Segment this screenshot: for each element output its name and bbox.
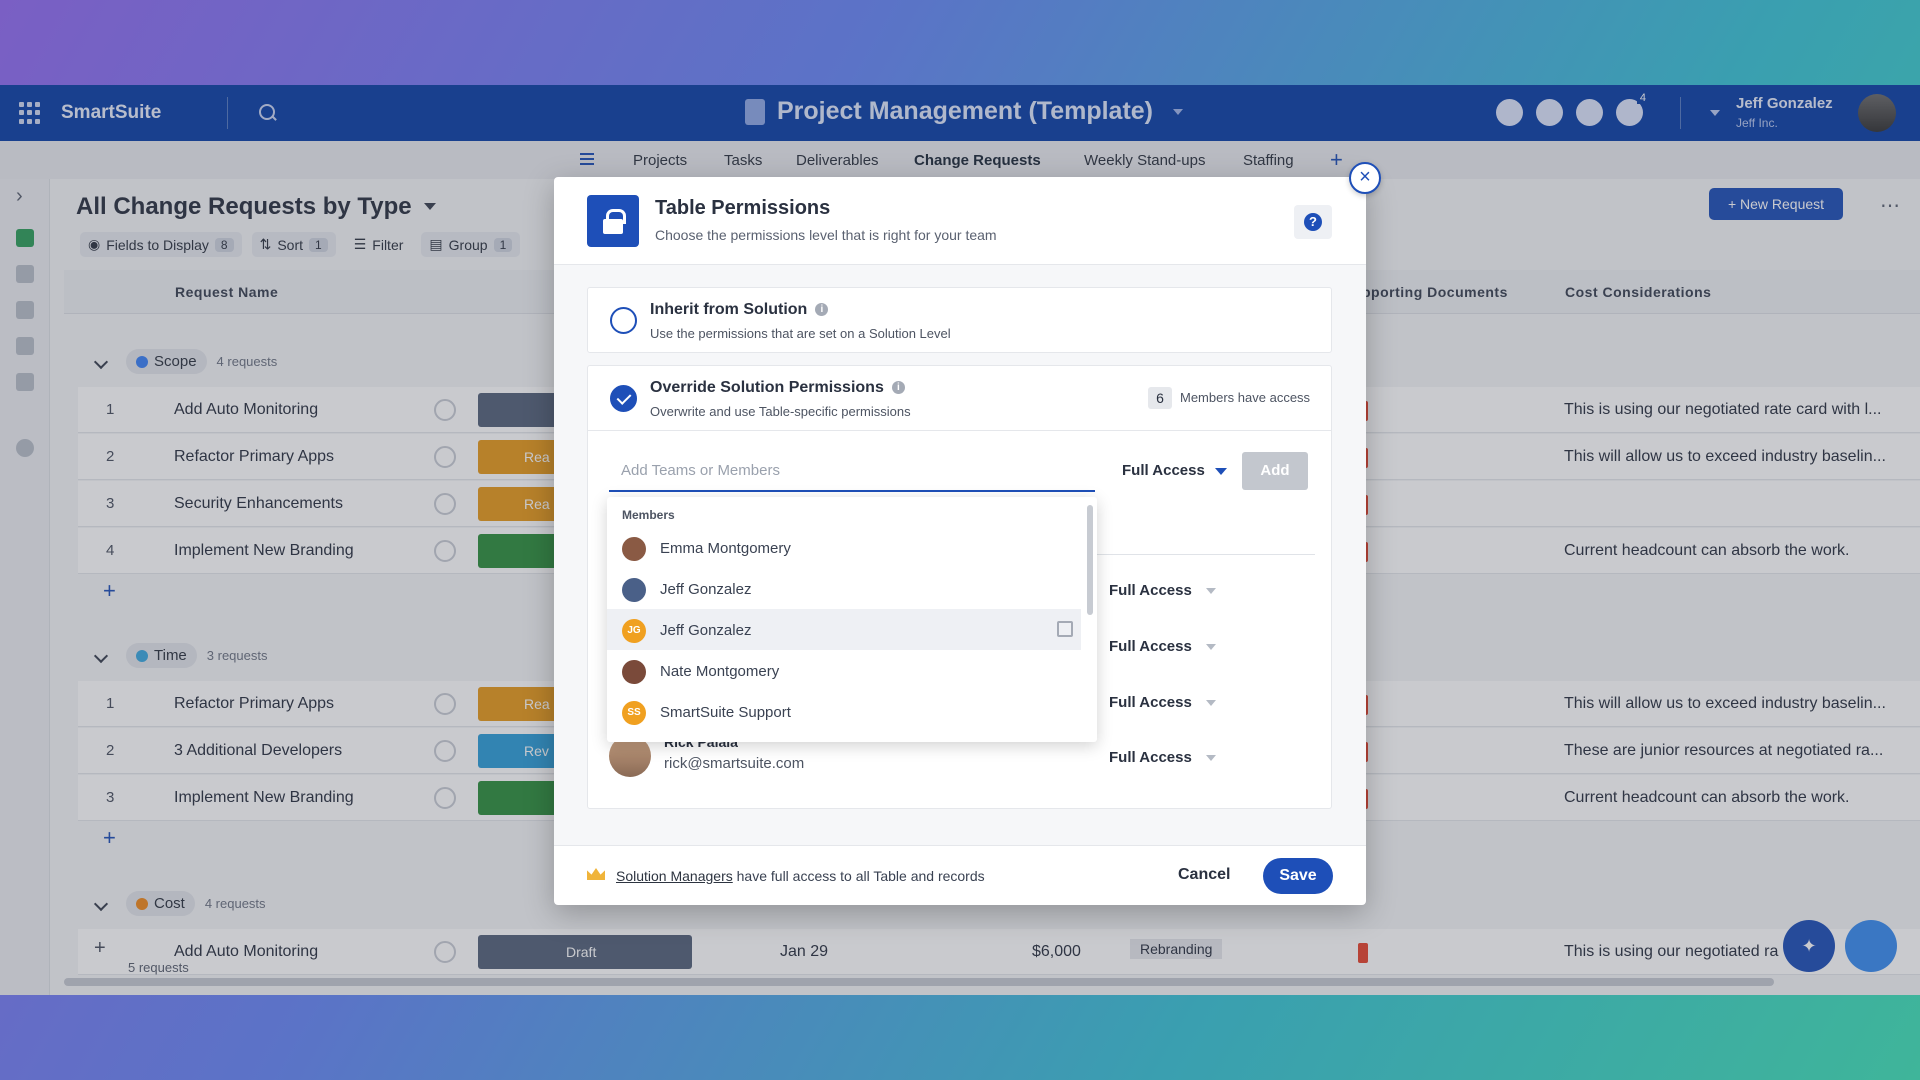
- modal-body: Inherit from Solution i Use the permissio…: [554, 265, 1366, 845]
- modal-subtitle: Choose the permissions level that is rig…: [655, 227, 997, 243]
- member-access-select[interactable]: Full Access: [1109, 694, 1216, 711]
- dropdown-item-name: Jeff Gonzalez: [660, 581, 752, 598]
- chevron-down-icon: [1205, 755, 1216, 762]
- avatar: [622, 537, 646, 561]
- avatar: [622, 660, 646, 684]
- option-title: Override Solution Permissions i: [650, 379, 905, 397]
- members-dropdown: Members Emma Montgomery Jeff Gonzalez JG…: [607, 497, 1097, 742]
- divider: [588, 430, 1331, 431]
- info-icon[interactable]: i: [815, 303, 829, 317]
- access-value: Full Access: [1109, 694, 1192, 711]
- dropdown-item-name: Nate Montgomery: [660, 663, 780, 680]
- modal-header: Table Permissions Choose the permissions…: [554, 177, 1366, 265]
- dropdown-item[interactable]: Emma Montgomery: [607, 527, 1081, 568]
- avatar: [622, 578, 646, 602]
- dropdown-section-header: Members: [622, 508, 675, 522]
- chevron-down-icon: [1205, 588, 1216, 595]
- member-access-select[interactable]: Full Access: [1109, 749, 1216, 766]
- dropdown-item[interactable]: SS SmartSuite Support: [607, 691, 1081, 732]
- help-icon: ?: [1304, 213, 1322, 231]
- close-icon[interactable]: ×: [1349, 162, 1381, 194]
- add-members-input-wrap: [609, 450, 1095, 492]
- member-access-select[interactable]: Full Access: [1109, 582, 1216, 599]
- inherit-radio[interactable]: [610, 307, 637, 334]
- chevron-down-icon: [1205, 700, 1216, 707]
- dropdown-item[interactable]: Jeff Gonzalez: [607, 568, 1081, 609]
- save-button[interactable]: Save: [1263, 858, 1333, 894]
- add-button[interactable]: Add: [1242, 452, 1308, 490]
- modal-title: Table Permissions: [655, 197, 831, 219]
- member-count-badge: 6: [1148, 387, 1172, 409]
- add-teams-or-members-input[interactable]: [609, 450, 1095, 490]
- footer-text-body: have full access to all Table and record…: [736, 868, 985, 884]
- info-icon[interactable]: i: [891, 381, 905, 395]
- solution-managers-link[interactable]: Solution Managers: [616, 868, 733, 884]
- table-permissions-modal: Table Permissions Choose the permissions…: [554, 177, 1366, 905]
- option-title: Inherit from Solution i: [650, 301, 829, 319]
- crown-icon: [587, 868, 605, 880]
- chevron-down-icon: [1214, 467, 1227, 475]
- avatar: JG: [622, 619, 646, 643]
- option-subtitle: Use the permissions that are set on a So…: [650, 326, 951, 341]
- help-button[interactable]: ?: [1294, 205, 1332, 239]
- option-title-text: Inherit from Solution: [650, 301, 808, 318]
- override-radio[interactable]: [610, 385, 637, 412]
- avatar: SS: [622, 701, 646, 725]
- footer-text: Solution Managers have full access to al…: [616, 868, 985, 884]
- modal-footer: Solution Managers have full access to al…: [554, 845, 1366, 905]
- member-access-select[interactable]: Full Access: [1109, 638, 1216, 655]
- dropdown-scrollbar[interactable]: [1087, 505, 1093, 615]
- contact-card-icon[interactable]: [1057, 621, 1073, 637]
- member-count-text: Members have access: [1180, 390, 1311, 405]
- dropdown-item[interactable]: Nate Montgomery: [607, 650, 1081, 691]
- access-level-select[interactable]: Full Access: [1122, 462, 1227, 479]
- divider: [1097, 554, 1315, 555]
- cancel-button[interactable]: Cancel: [1178, 866, 1230, 884]
- dropdown-item-name: Emma Montgomery: [660, 540, 791, 557]
- member-email: rick@smartsuite.com: [664, 755, 805, 772]
- lock-icon: [587, 195, 639, 247]
- chevron-down-icon: [1205, 644, 1216, 651]
- access-value: Full Access: [1109, 638, 1192, 655]
- option-title-text: Override Solution Permissions: [650, 379, 884, 396]
- option-subtitle: Overwrite and use Table-specific permiss…: [650, 404, 911, 419]
- dropdown-item-name: SmartSuite Support: [660, 704, 791, 721]
- dropdown-item[interactable]: JG Jeff Gonzalez: [607, 609, 1081, 650]
- access-level-value: Full Access: [1122, 462, 1205, 479]
- access-value: Full Access: [1109, 582, 1192, 599]
- inherit-option[interactable]: Inherit from Solution i Use the permissio…: [587, 287, 1332, 353]
- access-value: Full Access: [1109, 749, 1192, 766]
- dropdown-item-name: Jeff Gonzalez: [660, 622, 752, 639]
